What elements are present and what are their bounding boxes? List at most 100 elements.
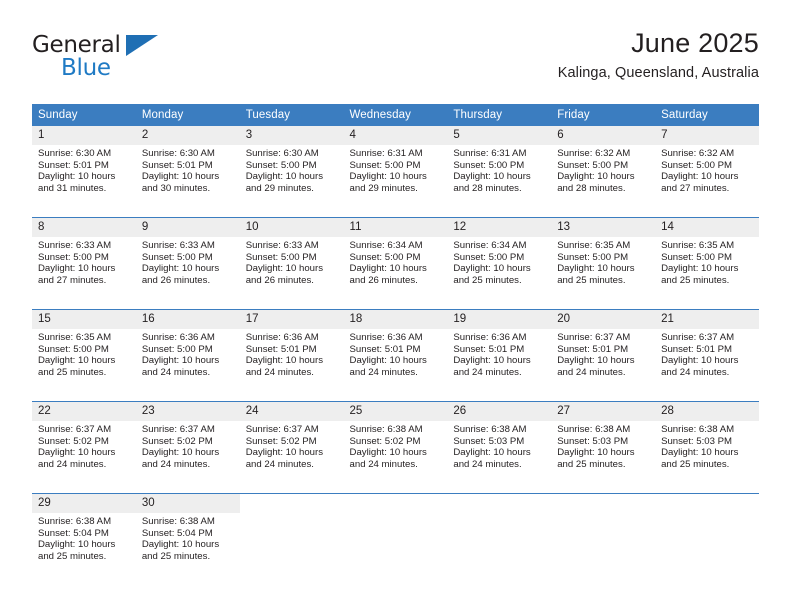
calendar-day-cell[interactable]: 4 Sunrise: 6:31 AM Sunset: 5:00 PM Daylight… xyxy=(343,126,448,203)
detail-sunset: Sunset: 5:00 PM xyxy=(661,159,732,171)
detail-sunset: Sunset: 5:01 PM xyxy=(141,159,213,171)
day-details: Sunrise: 6:33 AM Sunset: 5:00 PM Daylight:… xyxy=(240,237,344,295)
detail-sunrise: Sunrise: 6:35 AM xyxy=(38,332,112,343)
calendar-day-cell-empty xyxy=(551,493,656,571)
detail-daylight2: and 24 minutes. xyxy=(557,366,626,378)
calendar-day-cell[interactable]: 8 Sunrise: 6:33 AM Sunset: 5:00 PM Daylight… xyxy=(32,217,136,295)
calendar-day-cell[interactable]: 29 Sunrise: 6:38 AM Sunset: 5:04 PM Dayligh… xyxy=(32,493,136,571)
calendar-day-cell[interactable]: 14 Sunrise: 6:35 AM Sunset: 5:00 PM Dayligh… xyxy=(655,217,759,295)
detail-sunset: Sunset: 5:00 PM xyxy=(245,251,317,263)
day-number xyxy=(551,494,655,513)
day-number: 8 xyxy=(32,218,136,237)
calendar-day-cell[interactable]: 5 Sunrise: 6:31 AM Sunset: 5:00 PM Daylight… xyxy=(447,126,552,203)
day-details: Sunrise: 6:36 AM Sunset: 5:01 PM Daylight:… xyxy=(447,329,551,387)
calendar-day-cell-empty xyxy=(447,493,552,571)
calendar-day-cell[interactable]: 2 Sunrise: 6:30 AM Sunset: 5:01 PM Daylight… xyxy=(135,126,240,203)
day-details: Sunrise: 6:38 AM Sunset: 5:03 PM Daylight:… xyxy=(551,421,655,479)
calendar-day-cell[interactable]: 18 Sunrise: 6:36 AM Sunset: 5:01 PM Dayligh… xyxy=(343,309,448,387)
detail-daylight2: and 25 minutes. xyxy=(557,458,626,470)
day-number xyxy=(240,494,344,513)
day-details: Sunrise: 6:36 AM Sunset: 5:00 PM Daylight:… xyxy=(136,329,240,387)
detail-sunrise: Sunrise: 6:32 AM xyxy=(661,148,735,159)
detail-sunset: Sunset: 5:04 PM xyxy=(141,527,213,539)
calendar-day-cell[interactable]: 28 Sunrise: 6:38 AM Sunset: 5:03 PM Dayligh… xyxy=(655,401,759,479)
day-number: 10 xyxy=(239,218,344,237)
day-details: Sunrise: 6:30 AM Sunset: 5:00 PM Daylight:… xyxy=(240,145,344,203)
day-details: Sunrise: 6:37 AM Sunset: 5:02 PM Daylight:… xyxy=(136,421,240,479)
logo-triangle-icon xyxy=(126,35,158,56)
detail-sunset: Sunset: 5:00 PM xyxy=(141,251,213,263)
calendar-day-cell[interactable]: 20 Sunrise: 6:37 AM Sunset: 5:01 PM Dayligh… xyxy=(551,309,656,387)
detail-daylight2: and 25 minutes. xyxy=(661,458,730,470)
calendar-day-cell[interactable]: 23 Sunrise: 6:37 AM Sunset: 5:02 PM Dayligh… xyxy=(135,401,240,479)
calendar-day-cell[interactable]: 15 Sunrise: 6:35 AM Sunset: 5:00 PM Dayligh… xyxy=(32,309,136,387)
day-details: Sunrise: 6:35 AM Sunset: 5:00 PM Daylight:… xyxy=(655,237,759,295)
calendar-day-cell[interactable]: 21 Sunrise: 6:37 AM Sunset: 5:01 PM Dayligh… xyxy=(655,309,759,387)
calendar-day-cell[interactable]: 19 Sunrise: 6:36 AM Sunset: 5:01 PM Dayligh… xyxy=(447,309,552,387)
calendar-day-cell[interactable]: 25 Sunrise: 6:38 AM Sunset: 5:02 PM Dayligh… xyxy=(343,401,448,479)
detail-daylight1: Daylight: 10 hours xyxy=(245,355,324,367)
calendar-day-cell[interactable]: 7 Sunrise: 6:32 AM Sunset: 5:00 PM Daylight… xyxy=(655,126,759,203)
calendar-day-cell[interactable]: 26 Sunrise: 6:38 AM Sunset: 5:03 PM Dayligh… xyxy=(447,401,552,479)
day-number: 11 xyxy=(343,218,448,237)
detail-sunset: Sunset: 5:03 PM xyxy=(557,435,629,447)
day-number: 15 xyxy=(32,310,136,329)
page-subtitle: Kalinga, Queensland, Australia xyxy=(557,65,759,81)
detail-daylight1: Daylight: 10 hours xyxy=(245,263,324,275)
calendar-day-cell[interactable]: 11 Sunrise: 6:34 AM Sunset: 5:00 PM Dayligh… xyxy=(343,217,448,295)
detail-daylight1: Daylight: 10 hours xyxy=(141,171,220,183)
calendar-day-cell[interactable]: 22 Sunrise: 6:37 AM Sunset: 5:02 PM Dayligh… xyxy=(32,401,136,479)
calendar-day-cell[interactable]: 6 Sunrise: 6:32 AM Sunset: 5:00 PM Daylight… xyxy=(551,126,656,203)
page-title: June 2025 xyxy=(631,28,759,58)
week-spacer-cell xyxy=(32,387,759,402)
detail-daylight2: and 29 minutes. xyxy=(245,182,314,194)
day-details: Sunrise: 6:37 AM Sunset: 5:01 PM Daylight:… xyxy=(655,329,759,387)
detail-sunrise: Sunrise: 6:35 AM xyxy=(557,240,631,251)
day-number: 16 xyxy=(135,310,240,329)
day-number: 14 xyxy=(655,218,759,237)
day-number: 25 xyxy=(343,402,448,421)
calendar-day-cell[interactable]: 16 Sunrise: 6:36 AM Sunset: 5:00 PM Dayligh… xyxy=(135,309,240,387)
generalblue-logo[interactable]: General Blue xyxy=(32,32,162,84)
calendar-day-cell[interactable]: 12 Sunrise: 6:34 AM Sunset: 5:00 PM Dayligh… xyxy=(447,217,552,295)
calendar-day-cell[interactable]: 30 Sunrise: 6:38 AM Sunset: 5:04 PM Dayligh… xyxy=(135,493,240,571)
detail-daylight1: Daylight: 10 hours xyxy=(349,355,427,367)
detail-daylight2: and 25 minutes. xyxy=(453,274,522,286)
detail-daylight2: and 25 minutes. xyxy=(38,366,107,378)
calendar-day-cell[interactable]: 17 Sunrise: 6:36 AM Sunset: 5:01 PM Dayligh… xyxy=(239,309,344,387)
calendar-day-cell[interactable]: 13 Sunrise: 6:35 AM Sunset: 5:00 PM Dayligh… xyxy=(551,217,656,295)
weekday-header-saturday: Saturday xyxy=(655,104,759,126)
detail-daylight1: Daylight: 10 hours xyxy=(661,355,739,367)
day-details: Sunrise: 6:30 AM Sunset: 5:01 PM Daylight:… xyxy=(32,145,136,203)
day-details: Sunrise: 6:31 AM Sunset: 5:00 PM Daylight:… xyxy=(344,145,448,203)
day-number: 28 xyxy=(655,402,759,421)
day-details xyxy=(551,513,655,571)
day-details xyxy=(240,513,344,571)
calendar-week-row: 22 Sunrise: 6:37 AM Sunset: 5:02 PM Dayligh… xyxy=(32,401,759,479)
calendar-day-cell[interactable]: 27 Sunrise: 6:38 AM Sunset: 5:03 PM Dayligh… xyxy=(551,401,656,479)
detail-sunset: Sunset: 5:03 PM xyxy=(453,435,525,447)
week-spacer-cell xyxy=(32,479,759,494)
day-number: 6 xyxy=(551,126,656,145)
calendar-day-cell[interactable]: 1 Sunrise: 6:30 AM Sunset: 5:01 PM Daylight… xyxy=(32,126,136,203)
calendar-header-row: Sunday Monday Tuesday Wednesday Thursday Frid… xyxy=(32,104,759,126)
detail-sunrise: Sunrise: 6:37 AM xyxy=(557,332,631,343)
day-details: Sunrise: 6:36 AM Sunset: 5:01 PM Daylight:… xyxy=(344,329,448,387)
detail-sunrise: Sunrise: 6:38 AM xyxy=(453,424,527,435)
calendar-day-cell[interactable]: 10 Sunrise: 6:33 AM Sunset: 5:00 PM Dayligh… xyxy=(239,217,344,295)
detail-daylight2: and 24 minutes. xyxy=(38,458,107,470)
calendar-day-cell[interactable]: 24 Sunrise: 6:37 AM Sunset: 5:02 PM Dayligh… xyxy=(239,401,344,479)
detail-sunrise: Sunrise: 6:37 AM xyxy=(38,424,112,435)
detail-daylight2: and 25 minutes. xyxy=(141,550,211,562)
day-number: 27 xyxy=(551,402,656,421)
calendar-day-cell[interactable]: 9 Sunrise: 6:33 AM Sunset: 5:00 PM Daylight… xyxy=(135,217,240,295)
day-number: 23 xyxy=(135,402,240,421)
calendar-day-cell[interactable]: 3 Sunrise: 6:30 AM Sunset: 5:00 PM Daylight… xyxy=(239,126,344,203)
detail-daylight1: Daylight: 10 hours xyxy=(453,447,531,459)
day-details: Sunrise: 6:38 AM Sunset: 5:02 PM Daylight:… xyxy=(344,421,448,479)
detail-daylight1: Daylight: 10 hours xyxy=(349,447,427,459)
detail-daylight1: Daylight: 10 hours xyxy=(453,355,531,367)
day-number: 30 xyxy=(135,494,240,513)
detail-sunset: Sunset: 5:01 PM xyxy=(557,343,629,355)
detail-daylight1: Daylight: 10 hours xyxy=(661,447,739,459)
